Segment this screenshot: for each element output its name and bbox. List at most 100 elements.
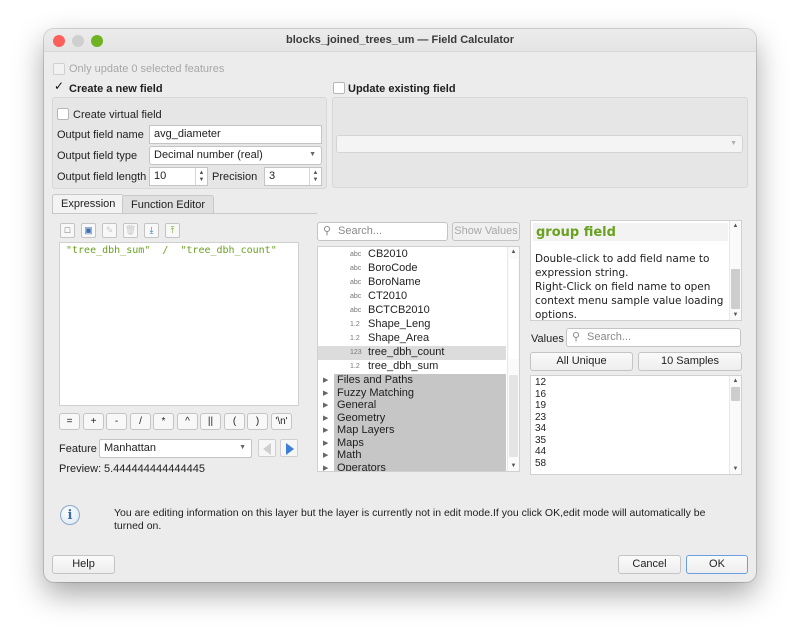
output-field-name-input[interactable]: avg_diameter bbox=[149, 125, 322, 144]
tree-field-item[interactable]: abc BoroName bbox=[318, 276, 506, 290]
preview-label: Preview: bbox=[59, 463, 102, 475]
operator-equals-button[interactable]: = bbox=[59, 413, 80, 430]
help-panel-scrollbar[interactable]: ▲ ▼ bbox=[729, 221, 741, 320]
expand-arrow-icon[interactable]: ▶ bbox=[323, 439, 328, 447]
output-field-type-select[interactable]: Decimal number (real) ▼ bbox=[149, 146, 322, 165]
spinner-arrows-icon[interactable]: ▲ ▼ bbox=[309, 168, 321, 185]
tree-group-math[interactable]: ▶ Math bbox=[318, 449, 506, 462]
cancel-button[interactable]: Cancel bbox=[618, 555, 681, 574]
next-feature-button[interactable] bbox=[280, 439, 298, 457]
scrollbar-thumb[interactable] bbox=[731, 269, 740, 309]
previous-feature-button[interactable] bbox=[258, 439, 276, 457]
ten-samples-button[interactable]: 10 Samples bbox=[638, 352, 742, 371]
chevron-down-icon: ▼ bbox=[239, 444, 246, 451]
values-list-scrollbar[interactable]: ▲ ▼ bbox=[729, 376, 741, 474]
update-existing-field-checkbox[interactable] bbox=[333, 82, 345, 94]
new-file-icon[interactable]: □ bbox=[60, 223, 75, 238]
value-item[interactable]: 35 bbox=[535, 435, 546, 446]
tree-field-item[interactable]: 1.2 tree_dbh_sum bbox=[318, 360, 506, 374]
delete-icon[interactable]: 🗑 bbox=[123, 223, 138, 238]
tree-field-item[interactable]: 1.2 Shape_Leng bbox=[318, 318, 506, 332]
operator-minus-button[interactable]: - bbox=[106, 413, 127, 430]
expand-arrow-icon[interactable]: ▶ bbox=[323, 464, 328, 472]
tree-group-geometry[interactable]: ▶ Geometry bbox=[318, 411, 506, 424]
value-item[interactable]: 16 bbox=[535, 389, 546, 400]
value-item[interactable]: 19 bbox=[535, 400, 546, 411]
help-button[interactable]: Help bbox=[52, 555, 115, 574]
create-new-field-checkbox[interactable] bbox=[53, 79, 65, 94]
precision-label: Precision bbox=[212, 171, 258, 183]
tab-function-editor[interactable]: Function Editor bbox=[122, 195, 214, 214]
save-icon[interactable]: ▣ bbox=[81, 223, 96, 238]
expand-arrow-icon[interactable]: ▶ bbox=[323, 426, 328, 434]
update-existing-field-label: Update existing field bbox=[348, 83, 456, 95]
scroll-down-icon[interactable]: ▼ bbox=[730, 312, 741, 318]
export-icon[interactable]: ⤒ bbox=[165, 223, 180, 238]
expand-arrow-icon[interactable]: ▶ bbox=[323, 376, 328, 384]
existing-field-select[interactable]: ▼ bbox=[336, 135, 743, 153]
value-item[interactable]: 23 bbox=[535, 412, 546, 423]
operator-close-paren-button[interactable]: ) bbox=[247, 413, 268, 430]
precision-spinbox[interactable]: 3 ▲ ▼ bbox=[264, 167, 322, 186]
value-item[interactable]: 44 bbox=[535, 446, 546, 457]
feature-label: Feature bbox=[59, 443, 97, 455]
help-body: Double-click to add field name to expres… bbox=[535, 253, 724, 321]
output-field-name-label: Output field name bbox=[57, 129, 144, 141]
scroll-up-icon[interactable]: ▲ bbox=[730, 378, 741, 384]
tree-group-operators[interactable]: ▶ Operators bbox=[318, 461, 506, 472]
output-field-length-spinbox[interactable]: 10 ▲ ▼ bbox=[149, 167, 208, 186]
import-icon[interactable]: ⤓ bbox=[144, 223, 159, 238]
tree-group-maps[interactable]: ▶ Maps bbox=[318, 436, 506, 449]
tree-field-item[interactable]: 1.2 Shape_Area bbox=[318, 332, 506, 346]
expression-editor[interactable]: "tree_dbh_sum" / "tree_dbh_count" bbox=[59, 242, 299, 406]
tree-field-item[interactable]: abc BoroCode bbox=[318, 262, 506, 276]
field-name: Shape_Area bbox=[368, 332, 430, 344]
operator-newline-button[interactable]: '\n' bbox=[271, 413, 292, 430]
function-search-placeholder: Search... bbox=[338, 225, 383, 237]
scroll-down-icon[interactable]: ▼ bbox=[508, 463, 519, 469]
expand-arrow-icon[interactable]: ▶ bbox=[323, 389, 328, 397]
tree-group-general[interactable]: ▶ General bbox=[318, 399, 506, 412]
show-values-button[interactable]: Show Values bbox=[452, 222, 520, 241]
scroll-up-icon[interactable]: ▲ bbox=[508, 249, 519, 255]
value-item[interactable]: 34 bbox=[535, 423, 546, 434]
edit-icon[interactable]: ✎ bbox=[102, 223, 117, 238]
scroll-down-icon[interactable]: ▼ bbox=[730, 466, 741, 472]
expand-arrow-icon[interactable]: ▶ bbox=[323, 414, 328, 422]
tab-expression[interactable]: Expression bbox=[52, 194, 125, 214]
string-type-icon: abc bbox=[350, 307, 362, 314]
tree-group-map-layers[interactable]: ▶ Map Layers bbox=[318, 424, 506, 437]
values-search-input[interactable]: ⚲ Search... bbox=[566, 328, 741, 347]
tree-field-item[interactable]: abc CB2010 bbox=[318, 248, 506, 262]
scrollbar-thumb[interactable] bbox=[731, 387, 740, 401]
value-item[interactable]: 12 bbox=[535, 377, 546, 388]
tree-field-item[interactable]: abc BCTCB2010 bbox=[318, 304, 506, 318]
expand-arrow-icon[interactable]: ▶ bbox=[323, 401, 328, 409]
scrollbar-thumb[interactable] bbox=[509, 259, 518, 359]
ok-button[interactable]: OK bbox=[686, 555, 748, 574]
operator-divide-button[interactable]: / bbox=[130, 413, 151, 430]
function-tree-scrollbar[interactable]: ▲ ▼ bbox=[507, 247, 519, 471]
function-search-input[interactable]: ⚲ Search... bbox=[317, 222, 448, 241]
operator-concat-button[interactable]: || bbox=[200, 413, 221, 430]
only-update-selected-checkbox[interactable] bbox=[53, 63, 65, 75]
scroll-up-icon[interactable]: ▲ bbox=[730, 223, 741, 229]
value-item[interactable]: 58 bbox=[535, 458, 546, 469]
operator-multiply-button[interactable]: * bbox=[153, 413, 174, 430]
tree-field-item[interactable]: abc CT2010 bbox=[318, 290, 506, 304]
feature-select[interactable]: Manhattan ▼ bbox=[99, 439, 252, 458]
expand-arrow-icon[interactable]: ▶ bbox=[323, 451, 328, 459]
create-virtual-field-checkbox[interactable] bbox=[57, 108, 69, 120]
precision-value: 3 bbox=[269, 170, 276, 182]
tree-field-item-selected[interactable]: 123 tree_dbh_count bbox=[318, 346, 506, 360]
spinner-arrows-icon[interactable]: ▲ ▼ bbox=[195, 168, 207, 185]
tree-group-fuzzy-matching[interactable]: ▶ Fuzzy Matching bbox=[318, 386, 506, 399]
operator-open-paren-button[interactable]: ( bbox=[224, 413, 245, 430]
all-unique-button[interactable]: All Unique bbox=[530, 352, 633, 371]
operator-power-button[interactable]: ^ bbox=[177, 413, 198, 430]
output-field-type-label: Output field type bbox=[57, 150, 138, 162]
scrollbar-track[interactable] bbox=[509, 375, 518, 457]
tree-group-files-and-paths[interactable]: ▶ Files and Paths bbox=[318, 374, 506, 387]
operator-plus-button[interactable]: + bbox=[83, 413, 104, 430]
preview-value: 5.444444444444445 bbox=[104, 463, 205, 475]
